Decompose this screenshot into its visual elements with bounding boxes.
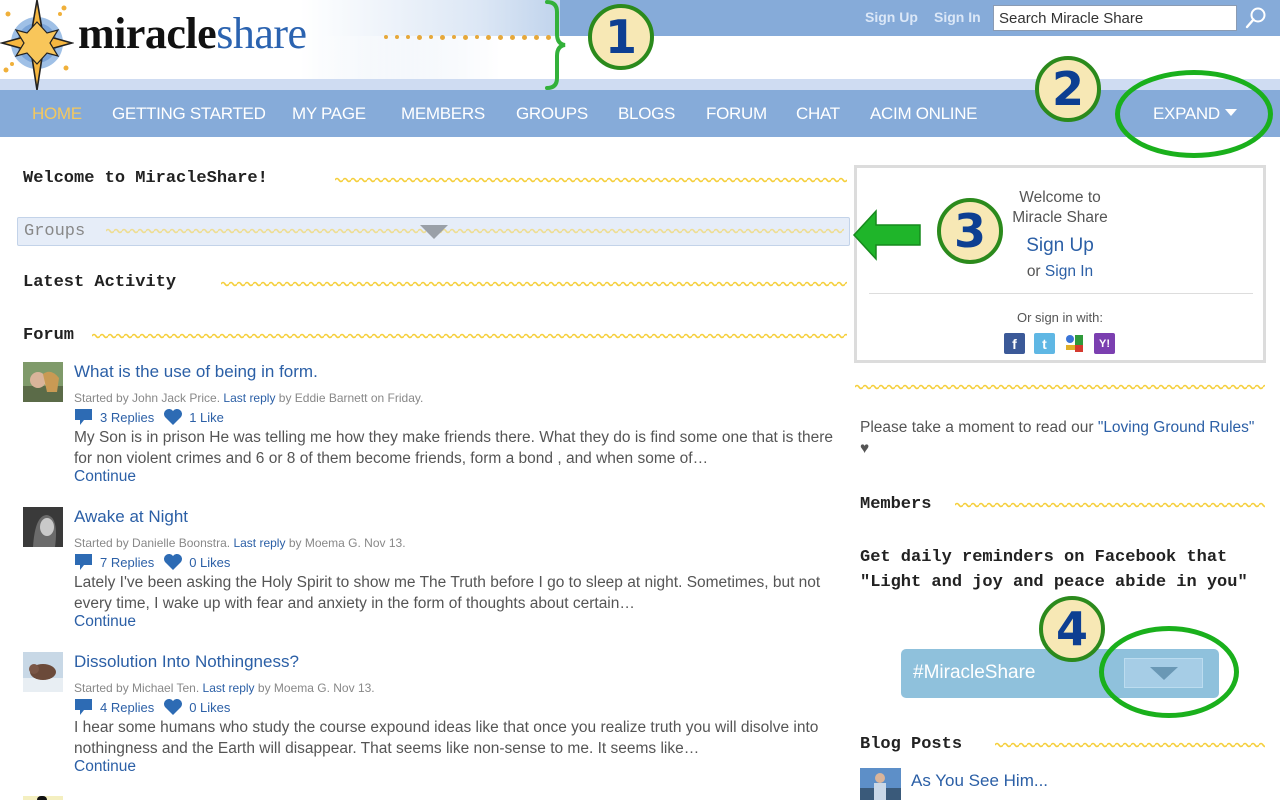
heart-icon[interactable] [163,698,183,716]
ground-rules-notice: Please take a moment to read our "Loving… [860,419,1255,457]
post-stats: 4 Replies 0 Likes [74,698,230,716]
welcome-heading: Welcome to MiracleShare! [23,169,268,188]
nav-item-groups[interactable]: GROUPS [516,104,588,124]
wavy-divider [855,384,1265,390]
post-excerpt: I hear some humans who study the course … [74,719,819,757]
likes-count: 0 Likes [189,699,231,715]
forum-heading: Forum [23,326,75,345]
replies-link[interactable]: 7 Replies [100,555,154,570]
wavy-divider [955,502,1265,508]
caret-down-icon [420,225,448,239]
wavy-divider [995,742,1265,748]
facebook-icon[interactable]: f [1004,333,1025,354]
social-sign-in-buttons: f t Y! [1004,333,1115,354]
nav-item-forum[interactable]: FORUM [706,104,767,124]
loving-ground-rules-link[interactable]: "Loving Ground Rules" [1098,419,1255,436]
avatar[interactable] [23,652,63,692]
nav-item-chat[interactable]: CHAT [796,104,840,124]
post-meta: Started by John Jack Price. Last reply b… [74,391,424,405]
likes-count: 1 Like [189,409,224,425]
annotation-badge-4: 4 [1039,596,1105,662]
logo-dots-decoration [384,35,551,40]
post-meta: Started by Michael Ten. Last reply by Mo… [74,681,375,695]
replies-link[interactable]: 3 Replies [100,410,154,425]
replies-link[interactable]: 4 Replies [100,700,154,715]
nav-item-getting-started[interactable]: GETTING STARTED [112,104,266,124]
avatar[interactable] [23,796,63,800]
annotation-ellipse [1099,626,1239,718]
welcome-line: Welcome to [1019,189,1101,206]
star-logo-icon [0,0,74,90]
header-sign-up-link[interactable]: Sign Up [865,9,918,25]
header-sign-in-link[interactable]: Sign In [934,9,981,25]
likes-count: 0 Likes [189,554,231,570]
google-icon[interactable] [1064,333,1085,354]
continue-link[interactable]: Continue [74,758,136,776]
wavy-divider [106,228,844,234]
avatar[interactable] [23,362,63,402]
wavy-divider [92,333,847,339]
continue-link[interactable]: Continue [74,468,136,486]
nav-item-members[interactable]: MEMBERS [401,104,485,124]
last-reply-link[interactable]: Last reply [233,536,285,550]
search-icon[interactable] [1244,6,1268,30]
annotation-ellipse [1115,70,1273,158]
annotation-badge-1: 1 [588,4,654,70]
or-sign-in-with-label: Or sign in with: [1017,310,1103,325]
sign-in-panel: Welcome to Miracle Share Sign Up or Sign… [854,165,1266,363]
latest-activity-heading: Latest Activity [23,273,177,292]
blog-posts-heading: Blog Posts [860,735,963,754]
groups-heading: Groups [24,222,86,241]
sign-in-link[interactable]: Sign In [1045,263,1093,280]
arrow-left-annotation-icon [852,209,921,261]
groups-collapsible-header[interactable]: Groups [17,217,850,246]
nav-item-blogs[interactable]: BLOGS [618,104,675,124]
yahoo-icon[interactable]: Y! [1094,333,1115,354]
members-heading: Members [860,495,932,514]
or-sign-in-text: or Sign In [1026,263,1094,280]
heart-icon[interactable] [163,553,183,571]
hashtag-label: #MiracleShare [913,662,1036,683]
wavy-divider [335,177,847,183]
divider [869,293,1253,294]
facebook-reminder-text: Get daily reminders on Facebook that "Li… [860,548,1248,592]
comment-icon [75,554,92,570]
heart-icon[interactable] [163,408,183,426]
last-reply-link[interactable]: Last reply [203,681,255,695]
site-logo[interactable]: miracleshare [0,0,551,90]
search-input[interactable] [993,5,1237,31]
blog-thumbnail[interactable] [860,768,901,800]
post-title-link[interactable]: What is the use of being in form. [74,362,318,382]
comment-icon [75,409,92,425]
blog-post-title-link[interactable]: As You See Him... [911,771,1048,791]
post-excerpt: Lately I've been asking the Holy Spirit … [74,574,821,612]
avatar[interactable] [23,507,63,547]
annotation-badge-2: 2 [1035,56,1101,122]
post-title-link[interactable]: Awake at Night [74,507,188,527]
last-reply-link[interactable]: Last reply [223,391,275,405]
annotation-badge-3: 3 [937,198,1003,264]
post-stats: 3 Replies 1 Like [74,408,224,426]
nav-item-acim-online[interactable]: ACIM ONLINE [870,104,978,124]
post-meta: Started by Danielle Boonstra. Last reply… [74,536,406,550]
post-excerpt: My Son is in prison He was telling me ho… [74,429,834,467]
curly-brace-annotation [545,0,566,90]
comment-icon [75,699,92,715]
wavy-divider [221,281,847,287]
logo-wordmark: miracleshare [78,9,307,58]
nav-item-home[interactable]: HOME [32,104,82,124]
nav-item-my-page[interactable]: MY PAGE [292,104,366,124]
post-title-link[interactable]: Dissolution Into Nothingness? [74,652,299,672]
post-stats: 7 Replies 0 Likes [74,553,230,571]
continue-link[interactable]: Continue [74,613,136,631]
twitter-icon[interactable]: t [1034,333,1055,354]
